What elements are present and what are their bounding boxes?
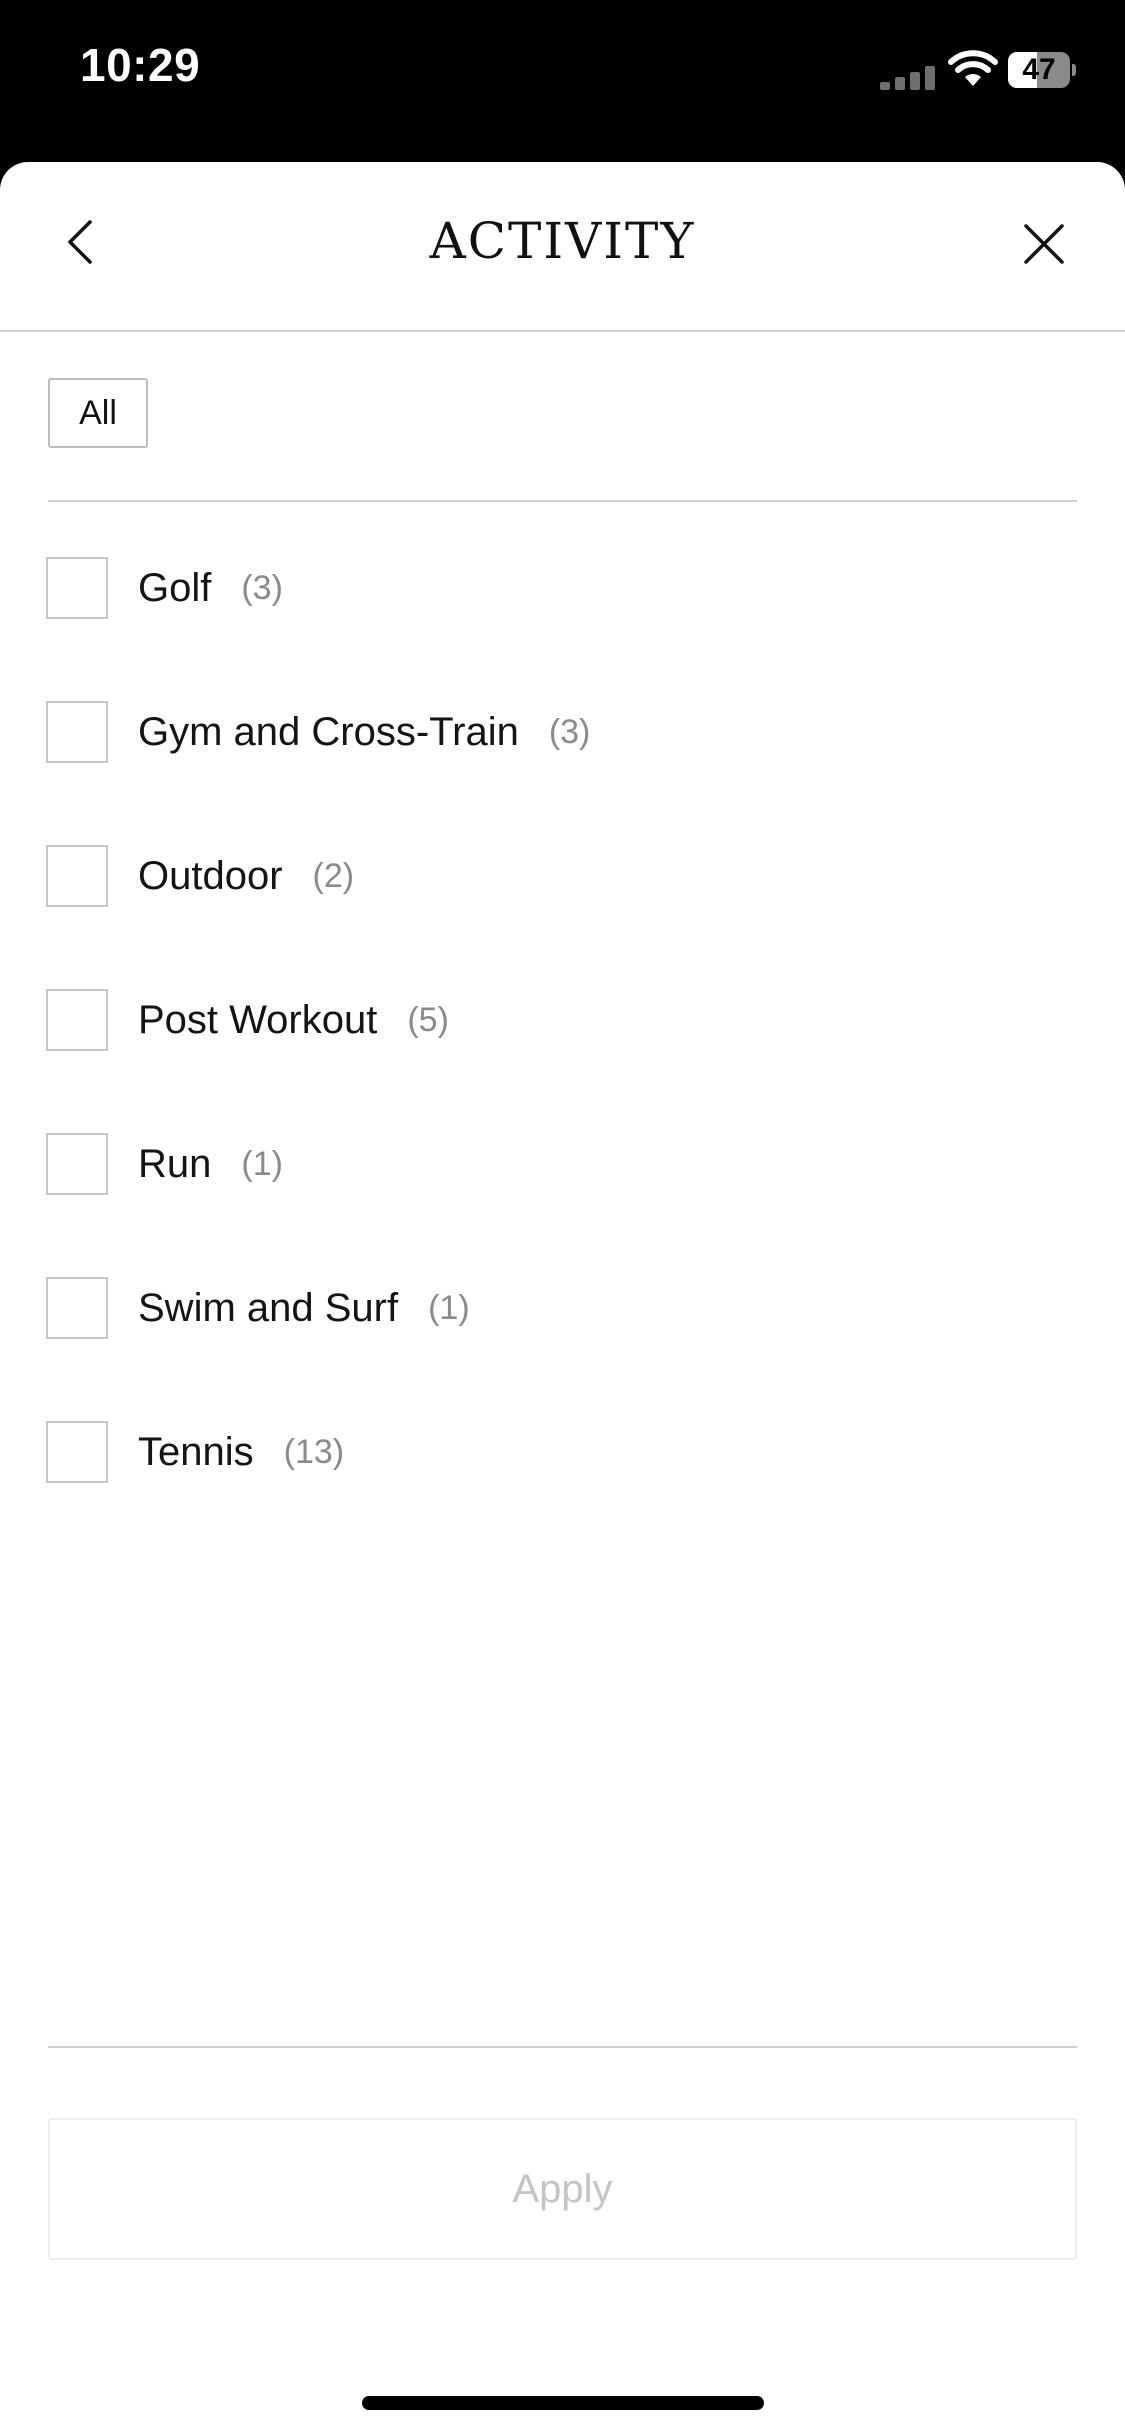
- activity-count: (1): [241, 1144, 283, 1183]
- battery-icon: 47: [1008, 52, 1076, 88]
- activity-item-run[interactable]: Run (1): [46, 1132, 283, 1196]
- checkbox[interactable]: [46, 1421, 108, 1483]
- filter-sheet: ACTIVITY All Golf (3) Gym and Cross-Trai…: [0, 162, 1125, 2436]
- checkbox[interactable]: [46, 989, 108, 1051]
- checkbox[interactable]: [46, 557, 108, 619]
- activity-item-outdoor[interactable]: Outdoor (2): [46, 844, 354, 908]
- activity-label: Gym and Cross-Train: [138, 709, 519, 754]
- checkbox[interactable]: [46, 1133, 108, 1195]
- wifi-icon: [948, 50, 998, 86]
- activity-label: Swim and Surf: [138, 1285, 399, 1330]
- battery-percentage: 47: [1022, 53, 1056, 86]
- activity-count: (2): [312, 856, 355, 895]
- status-time: 10:29: [80, 39, 201, 91]
- checkbox[interactable]: [46, 701, 108, 763]
- activity-item-gym-and-cross-train[interactable]: Gym and Cross-Train (3): [46, 700, 590, 764]
- chevron-left-icon[interactable]: [50, 212, 110, 272]
- signal-icon: [880, 66, 935, 90]
- activity-count: (3): [548, 712, 591, 751]
- activity-item-golf[interactable]: Golf (3): [46, 556, 283, 620]
- divider: [48, 500, 1077, 502]
- activity-item-tennis[interactable]: Tennis (13): [46, 1420, 344, 1484]
- status-bar: 10:29 47: [0, 0, 1125, 160]
- home-indicator[interactable]: [362, 2396, 764, 2410]
- divider: [48, 2046, 1077, 2048]
- activity-count: (1): [428, 1288, 470, 1327]
- checkbox[interactable]: [46, 845, 108, 907]
- activity-label: Golf: [138, 565, 212, 610]
- checkbox[interactable]: [46, 1277, 108, 1339]
- activity-count: (5): [407, 1000, 449, 1039]
- activity-count: (13): [283, 1432, 345, 1471]
- activity-item-swim-and-surf[interactable]: Swim and Surf (1): [46, 1276, 470, 1340]
- page-title: ACTIVITY: [429, 212, 696, 270]
- activity-item-post-workout[interactable]: Post Workout (5): [46, 988, 449, 1052]
- sheet-header: ACTIVITY: [0, 162, 1125, 332]
- activity-label: Run: [138, 1141, 212, 1186]
- apply-button[interactable]: Apply: [48, 2118, 1077, 2260]
- activity-label: Post Workout: [138, 997, 378, 1042]
- all-button[interactable]: All: [48, 378, 148, 448]
- activity-label: Outdoor: [138, 853, 283, 898]
- close-icon[interactable]: [1014, 214, 1074, 274]
- activity-label: Tennis: [138, 1429, 254, 1474]
- activity-count: (3): [241, 568, 283, 607]
